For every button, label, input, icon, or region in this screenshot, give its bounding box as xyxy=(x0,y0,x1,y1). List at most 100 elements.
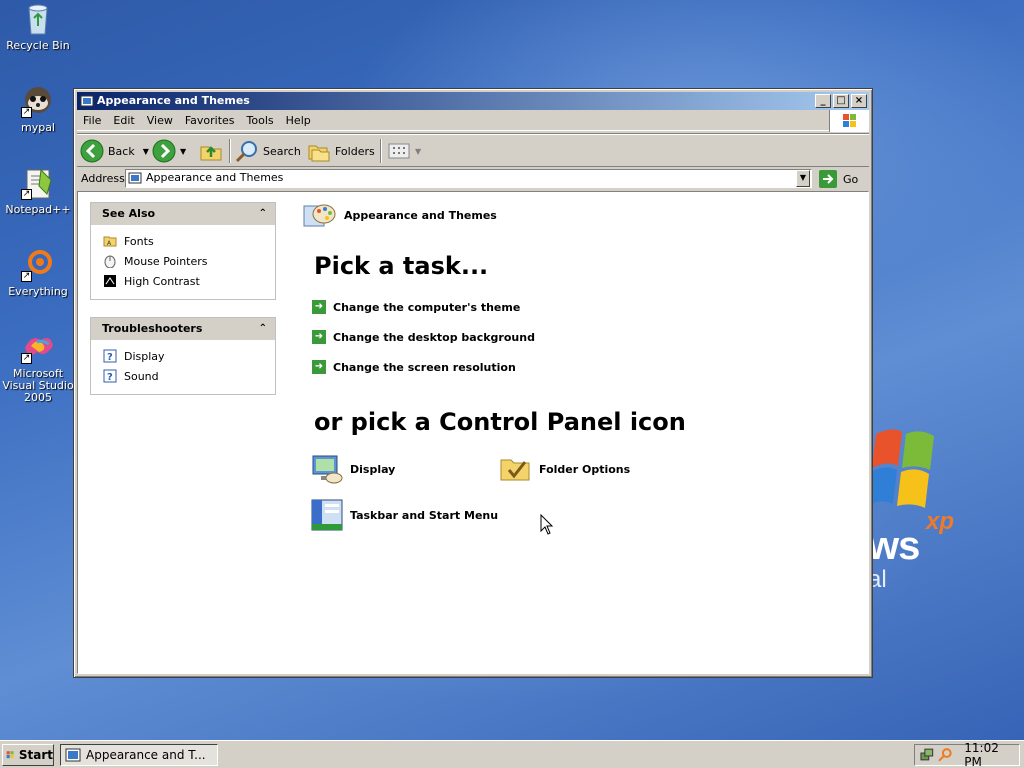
go-button[interactable]: Go xyxy=(819,168,858,190)
go-label: Go xyxy=(843,172,859,186)
appearance-themes-icon xyxy=(303,204,336,227)
see-also-label: High Contrast xyxy=(124,274,200,288)
start-label: Start xyxy=(18,748,53,762)
control-panel-icon xyxy=(128,172,142,184)
back-button[interactable]: Back ▼ xyxy=(80,138,149,164)
views-button[interactable]: ▼ xyxy=(387,138,421,164)
shortcut-arrow-icon: ↗ xyxy=(21,189,32,200)
mouse-icon xyxy=(104,255,116,268)
task-change-background[interactable]: ➜ Change the desktop background xyxy=(312,330,535,344)
cp-icon-taskbar-start-menu[interactable]: Taskbar and Start Menu xyxy=(310,498,498,532)
see-also-panel: See Also ⌃ A Fonts Mouse Pointers High C… xyxy=(90,202,276,300)
troubleshooter-label: Sound xyxy=(124,369,159,383)
search-tray-icon[interactable] xyxy=(937,747,953,763)
desktop-icon-notepadpp[interactable]: ↗ Notepad++ xyxy=(0,166,76,216)
start-button[interactable]: Start xyxy=(2,744,54,766)
search-label: Search xyxy=(263,144,301,158)
see-also-item-fonts[interactable]: A Fonts xyxy=(91,231,275,251)
help-icon: ? xyxy=(103,349,117,363)
up-folder-button[interactable] xyxy=(199,138,227,164)
back-label: Back xyxy=(108,144,135,158)
see-also-header[interactable]: See Also ⌃ xyxy=(91,203,275,225)
address-dropdown-button[interactable]: ▼ xyxy=(796,170,810,187)
notepadpp-icon: ↗ xyxy=(21,166,55,200)
desktop-icon-everything[interactable]: ↗ Everything xyxy=(0,248,76,298)
explorer-window: Appearance and Themes _ □ × File Edit View… xyxy=(73,88,873,678)
category-title: Appearance and Themes xyxy=(344,208,497,222)
xp-tag: xp xyxy=(926,508,955,535)
toolbar-separator xyxy=(380,139,382,163)
search-button[interactable]: Search xyxy=(235,138,301,164)
troubleshooter-label: Display xyxy=(124,349,165,363)
desktop-icon-label: Recycle Bin xyxy=(6,39,70,52)
back-arrow-icon xyxy=(80,139,104,163)
control-panel-icon xyxy=(80,95,94,107)
see-also-label: Mouse Pointers xyxy=(124,254,208,268)
clock[interactable]: 11:02 PM xyxy=(964,741,1019,768)
address-label: Address xyxy=(81,172,125,185)
address-input[interactable]: Appearance and Themes xyxy=(125,169,812,188)
cp-icon-display[interactable]: Display xyxy=(310,452,395,486)
cp-icon-folder-options[interactable]: Folder Options xyxy=(499,452,630,486)
see-also-item-high-contrast[interactable]: High Contrast xyxy=(91,271,275,291)
back-dropdown-icon[interactable]: ▼ xyxy=(143,147,149,156)
see-also-item-mouse-pointers[interactable]: Mouse Pointers xyxy=(91,251,275,271)
desktop-icon-recycle-bin[interactable]: Recycle Bin xyxy=(0,2,76,52)
menu-help[interactable]: Help xyxy=(280,111,317,130)
troubleshooters-panel: Troubleshooters ⌃ ? Display ? Sound xyxy=(90,317,276,395)
svg-text:?: ? xyxy=(107,352,113,363)
svg-text:?: ? xyxy=(107,372,113,383)
cp-icon-label: Display xyxy=(350,462,396,476)
collapse-icon[interactable]: ⌃ xyxy=(259,203,267,225)
title-bar[interactable]: Appearance and Themes _ □ × xyxy=(77,92,869,110)
taskbar-button-appearance[interactable]: Appearance and T... xyxy=(60,744,218,766)
desktop-icon-label: Everything xyxy=(8,285,68,298)
menu-favorites[interactable]: Favorites xyxy=(179,111,241,130)
network-icon[interactable] xyxy=(919,747,935,763)
category-header: Appearance and Themes xyxy=(302,198,497,232)
desktop-icon-mypal[interactable]: ↗ mypal xyxy=(0,84,76,134)
menu-edit[interactable]: Edit xyxy=(107,111,140,130)
mouse-cursor-icon xyxy=(540,514,554,535)
collapse-icon[interactable]: ⌃ xyxy=(259,318,267,340)
troubleshooters-header[interactable]: Troubleshooters ⌃ xyxy=(91,318,275,340)
troubleshooter-item-sound[interactable]: ? Sound xyxy=(91,366,275,386)
taskbar-button-label: Appearance and T... xyxy=(86,748,206,762)
window-content: See Also ⌃ A Fonts Mouse Pointers High C… xyxy=(77,191,869,674)
task-arrow-icon: ➜ xyxy=(312,360,326,374)
windows-xp-logo: xp ws al xyxy=(868,424,1024,593)
folders-icon xyxy=(308,145,330,162)
menu-tools[interactable]: Tools xyxy=(241,111,280,130)
forward-dropdown-icon[interactable]: ▼ xyxy=(180,147,186,156)
task-label: Change the desktop background xyxy=(333,330,535,344)
high-contrast-icon xyxy=(104,275,116,287)
address-value: Appearance and Themes xyxy=(146,171,284,184)
forward-button[interactable]: ▼ xyxy=(152,138,186,164)
folder-options-icon xyxy=(500,459,530,481)
mypal-icon: ↗ xyxy=(21,84,55,118)
task-change-resolution[interactable]: ➜ Change the screen resolution xyxy=(312,360,516,374)
desktop-icon-label: Microsoft Visual Studio 2005 xyxy=(2,367,74,404)
task-change-theme[interactable]: ➜ Change the computer's theme xyxy=(312,300,520,314)
views-dropdown-icon[interactable]: ▼ xyxy=(415,147,421,156)
address-bar: Address Appearance and Themes ▼ Go xyxy=(77,168,869,190)
troubleshooter-item-display[interactable]: ? Display xyxy=(91,346,275,366)
up-folder-icon xyxy=(200,146,222,161)
shortcut-arrow-icon: ↗ xyxy=(21,107,32,118)
taskbar-start-menu-icon xyxy=(311,499,343,531)
visual-studio-icon: ↗ xyxy=(21,330,55,364)
system-tray: 11:02 PM xyxy=(914,741,1020,768)
desktop-icon-label: mypal xyxy=(20,121,55,134)
go-arrow-icon xyxy=(819,170,837,188)
folders-button[interactable]: Folders xyxy=(307,138,375,164)
help-icon: ? xyxy=(103,369,117,383)
menu-file[interactable]: File xyxy=(77,111,107,130)
menu-view[interactable]: View xyxy=(141,111,179,130)
fonts-folder-icon: A xyxy=(103,236,117,247)
close-button[interactable]: × xyxy=(851,94,867,108)
desktop-icon-visual-studio[interactable]: ↗ Microsoft Visual Studio 2005 xyxy=(0,330,76,404)
maximize-button[interactable]: □ xyxy=(833,94,849,108)
forward-arrow-icon xyxy=(152,139,176,163)
minimize-button[interactable]: _ xyxy=(815,94,831,108)
control-panel-icon xyxy=(65,748,81,762)
